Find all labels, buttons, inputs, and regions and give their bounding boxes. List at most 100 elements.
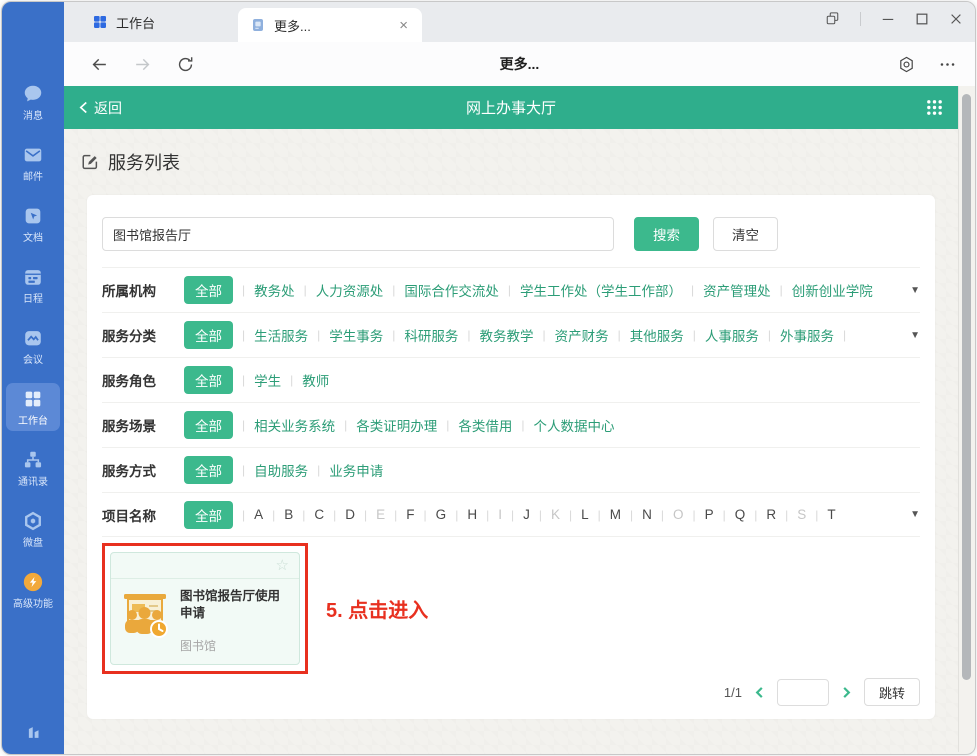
- star-icon[interactable]: ☆: [276, 558, 289, 573]
- sidebar-item-高级功能[interactable]: 高级功能: [6, 566, 60, 614]
- sidebar-item-通讯录[interactable]: 通讯录: [6, 444, 60, 492]
- chevron-down-icon[interactable]: ▼: [902, 509, 920, 520]
- forward-icon[interactable]: [133, 55, 152, 74]
- next-page-icon[interactable]: [840, 686, 853, 699]
- back-button[interactable]: 返回: [78, 98, 122, 118]
- tab-close-icon[interactable]: ×: [397, 17, 410, 34]
- option-separator: |: [785, 508, 788, 522]
- filter-option-相关业务系统[interactable]: 相关业务系统: [254, 415, 335, 435]
- filter-option-科研服务[interactable]: 科研服务: [404, 325, 458, 345]
- filter-options: 全部|学生|教师: [184, 366, 920, 394]
- filter-option-外事服务[interactable]: 外事服务: [780, 325, 834, 345]
- close-icon[interactable]: [949, 12, 963, 26]
- filter-option-T[interactable]: T: [827, 507, 835, 522]
- sidebar-item-邮件[interactable]: 邮件: [6, 139, 60, 187]
- clear-button[interactable]: 清空: [713, 217, 778, 251]
- filter-option-L[interactable]: L: [581, 507, 589, 522]
- filter-option-H[interactable]: H: [467, 507, 477, 522]
- filter-option-个人数据中心[interactable]: 个人数据中心: [534, 415, 615, 435]
- filter-selected-pill[interactable]: 全部: [184, 276, 233, 304]
- option-separator: |: [242, 463, 245, 477]
- settings-hexagon-icon[interactable]: [897, 55, 916, 74]
- filter-selected-pill[interactable]: 全部: [184, 321, 233, 349]
- filter-selected-pill[interactable]: 全部: [184, 366, 233, 394]
- filter-option-人力资源处[interactable]: 人力资源处: [316, 280, 384, 300]
- sidebar-item-工作台[interactable]: 工作台: [6, 383, 60, 431]
- option-separator: |: [843, 328, 846, 342]
- sidebar-item-label: 工作台: [18, 412, 48, 427]
- filter-selected-pill[interactable]: 全部: [184, 456, 233, 484]
- sidebar-item-消息[interactable]: 消息: [6, 78, 60, 126]
- filter-option-资产财务[interactable]: 资产财务: [555, 325, 609, 345]
- filter-option-N[interactable]: N: [642, 507, 652, 522]
- filter-option-F[interactable]: F: [406, 507, 414, 522]
- sidebar-item-会议[interactable]: 会议: [6, 322, 60, 370]
- sidebar-item-微盘[interactable]: 微盘: [6, 505, 60, 553]
- filter-option-A[interactable]: A: [254, 507, 263, 522]
- search-input[interactable]: [102, 217, 614, 251]
- filter-option-R[interactable]: R: [766, 507, 776, 522]
- back-icon[interactable]: [90, 55, 109, 74]
- filter-option-M[interactable]: M: [610, 507, 621, 522]
- jump-button[interactable]: 跳转: [864, 678, 920, 706]
- prev-page-icon[interactable]: [753, 686, 766, 699]
- filter-option-P[interactable]: P: [705, 507, 714, 522]
- filter-option-J[interactable]: J: [523, 507, 530, 522]
- filter-option-教务教学[interactable]: 教务教学: [480, 325, 534, 345]
- service-card[interactable]: ☆: [110, 552, 300, 665]
- service-list-panel: 搜索 清空 所属机构全部|教务处|人力资源处|国际合作交流处|学生工作处（学生工…: [87, 195, 935, 719]
- tab-workbench[interactable]: 工作台: [76, 2, 171, 42]
- filter-option-B[interactable]: B: [284, 507, 293, 522]
- toolbar-title: 更多...: [64, 54, 975, 74]
- chevron-down-icon[interactable]: ▼: [902, 285, 920, 296]
- filter-option-生活服务[interactable]: 生活服务: [254, 325, 308, 345]
- filter-selected-pill[interactable]: 全部: [184, 501, 233, 529]
- filter-label: 服务场景: [102, 415, 184, 435]
- filter-option-业务申请[interactable]: 业务申请: [329, 460, 383, 480]
- contacts-icon: [22, 449, 44, 471]
- filter-selected-pill[interactable]: 全部: [184, 411, 233, 439]
- filter-option-其他服务[interactable]: 其他服务: [630, 325, 684, 345]
- filter-option-G[interactable]: G: [436, 507, 447, 522]
- filter-option-D[interactable]: D: [345, 507, 355, 522]
- tab-more[interactable]: 更多... ×: [238, 8, 422, 42]
- option-separator: |: [455, 508, 458, 522]
- filter-option-教务处[interactable]: 教务处: [254, 280, 295, 300]
- filter-option-O: O: [673, 507, 684, 522]
- filter-option-C[interactable]: C: [314, 507, 324, 522]
- more-dots-icon[interactable]: [938, 55, 957, 74]
- maximize-icon[interactable]: [915, 12, 929, 26]
- filter-option-教师[interactable]: 教师: [302, 370, 329, 390]
- scrollbar-track[interactable]: [958, 86, 974, 752]
- page-jump-input[interactable]: [777, 679, 829, 706]
- refresh-icon[interactable]: [176, 55, 195, 74]
- doc-icon: [22, 205, 44, 227]
- scrollbar-thumb[interactable]: [962, 94, 971, 680]
- filter-option-S: S: [797, 507, 806, 522]
- option-separator: |: [661, 508, 664, 522]
- filter-option-资产管理处[interactable]: 资产管理处: [703, 280, 771, 300]
- sidebar-item-日程[interactable]: 日程: [6, 261, 60, 309]
- filter-options: 全部|A|B|C|D|E|F|G|H|I|J|K|L|M|N|O|P|Q|R|S…: [184, 501, 920, 529]
- filter-option-学生工作处（学生工作部）[interactable]: 学生工作处（学生工作部）: [520, 280, 682, 300]
- chevron-down-icon[interactable]: ▼: [902, 330, 920, 341]
- stats-icon[interactable]: [22, 720, 44, 742]
- apps-grid-icon[interactable]: [926, 99, 943, 116]
- browser-toolbar: 更多...: [64, 42, 975, 86]
- filter-option-各类证明办理[interactable]: 各类证明办理: [356, 415, 437, 435]
- search-button[interactable]: 搜索: [634, 217, 699, 251]
- filter-option-国际合作交流处[interactable]: 国际合作交流处: [404, 280, 499, 300]
- filter-option-Q[interactable]: Q: [735, 507, 746, 522]
- option-separator: |: [521, 418, 524, 432]
- minimize-icon[interactable]: [881, 12, 895, 26]
- filter-label: 服务分类: [102, 325, 184, 345]
- filter-option-人事服务[interactable]: 人事服务: [705, 325, 759, 345]
- filter-options: 全部|生活服务|学生事务|科研服务|教务教学|资产财务|其他服务|人事服务|外事…: [184, 321, 920, 349]
- popout-icon[interactable]: [825, 11, 840, 26]
- sidebar-item-文档[interactable]: 文档: [6, 200, 60, 248]
- filter-option-创新创业学院[interactable]: 创新创业学院: [792, 280, 873, 300]
- filter-option-各类借用[interactable]: 各类借用: [458, 415, 512, 435]
- filter-option-自助服务[interactable]: 自助服务: [254, 460, 308, 480]
- filter-option-学生[interactable]: 学生: [254, 370, 281, 390]
- filter-option-学生事务[interactable]: 学生事务: [329, 325, 383, 345]
